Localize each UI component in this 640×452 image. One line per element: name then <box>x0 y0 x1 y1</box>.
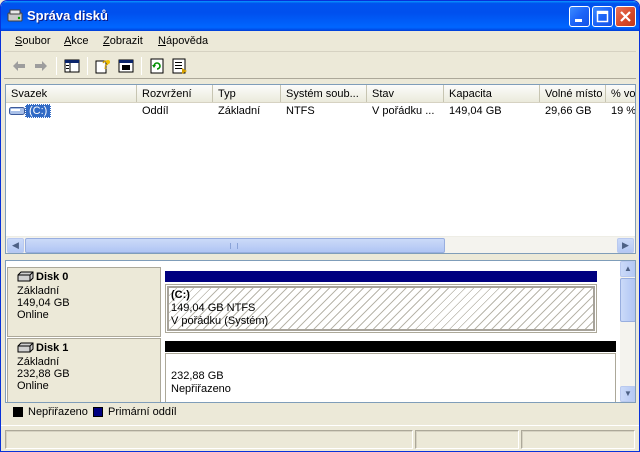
refresh-button[interactable] <box>147 56 167 76</box>
disk-management-window: Správa disků Soubor Akce Zobrazit Nápově… <box>0 0 640 452</box>
legend-unallocated-swatch <box>13 407 23 417</box>
disk-size: 232,88 GB <box>17 368 70 380</box>
chevron-right-icon: ▶ <box>622 240 629 250</box>
scroll-grip-icon <box>230 243 238 249</box>
close-button[interactable] <box>615 6 636 27</box>
maximize-button[interactable] <box>592 6 613 27</box>
toolbar-separator <box>56 57 57 75</box>
volume-list: Svazek Rozvržení Typ Systém soub... Stav… <box>5 84 636 254</box>
title-bar[interactable]: Správa disků <box>1 1 639 31</box>
disk-state: Online <box>17 380 49 392</box>
toolbar-separator <box>87 57 88 75</box>
toolbar: ? <box>4 53 636 79</box>
menu-bar: Soubor Akce Zobrazit Nápověda <box>4 32 636 52</box>
forward-button[interactable] <box>31 56 51 76</box>
column-header-svazek[interactable]: Svazek <box>6 85 137 102</box>
cell-percent-free: 19 % <box>611 105 635 117</box>
volume-list-header: Svazek Rozvržení Typ Systém soub... Stav… <box>6 85 635 103</box>
window-title: Správa disků <box>27 8 108 23</box>
cell-filesystem: NTFS <box>286 105 315 117</box>
partition-info: (C:) 149,04 GB NTFS V pořádku (Systém) <box>171 289 268 328</box>
legend-primary-swatch <box>93 407 103 417</box>
column-header-rozvrzeni[interactable]: Rozvržení <box>137 85 213 102</box>
hard-disk-icon <box>17 342 34 356</box>
chevron-up-icon: ▲ <box>624 264 632 273</box>
cell-free-space: 29,66 GB <box>545 105 592 117</box>
column-header-typ[interactable]: Typ <box>213 85 281 102</box>
disk-type: Základní <box>17 285 60 297</box>
status-pane-main <box>5 430 413 449</box>
toolbar-separator <box>141 57 142 75</box>
disk-name: Disk 0 <box>36 271 69 283</box>
unallocated-info: 232,88 GB Nepřiřazeno <box>171 370 231 396</box>
column-header-volne-misto[interactable]: Volné místo <box>540 85 606 102</box>
show-hide-tree-button[interactable] <box>62 56 82 76</box>
menu-akce[interactable]: Akce <box>64 35 88 47</box>
partition-size-fs: 149,04 GB NTFS <box>171 302 256 314</box>
hard-disk-icon <box>17 271 34 285</box>
cell-layout: Oddíl <box>142 105 169 117</box>
export-list-button[interactable] <box>170 56 190 76</box>
status-pane-3 <box>521 430 635 449</box>
scroll-down-button[interactable]: ▼ <box>620 386 635 402</box>
disk-1-partitions: 232,88 GB Nepřiřazeno <box>163 338 618 402</box>
back-button[interactable] <box>9 56 29 76</box>
chevron-down-icon: ▼ <box>624 389 632 398</box>
minimize-button[interactable] <box>569 6 590 27</box>
partition-c[interactable]: (C:) 149,04 GB NTFS V pořádku (Systém) <box>165 284 597 333</box>
table-row[interactable]: (C:) Oddíl Základní NTFS V pořádku ... 1… <box>6 103 635 120</box>
legend-primary-label: Primární oddíl <box>108 406 177 418</box>
primary-partition-bar <box>165 271 597 282</box>
volume-drive-icon <box>9 106 25 119</box>
unallocated-status: Nepřiřazeno <box>171 383 231 395</box>
menu-soubor[interactable]: Soubor <box>15 35 50 47</box>
disk-state: Online <box>17 309 49 321</box>
partition-status: V pořádku (Systém) <box>171 315 269 327</box>
menu-napoveda[interactable]: Nápověda <box>158 35 208 47</box>
disk-name: Disk 1 <box>36 342 69 354</box>
legend: Nepřiřazeno Primární oddíl <box>5 404 636 421</box>
horizontal-scroll-thumb[interactable] <box>25 238 445 253</box>
status-pane-2 <box>415 430 519 449</box>
partition-name: (C:) <box>171 289 190 301</box>
vertical-scrollbar[interactable]: ▲ ▼ <box>620 261 635 402</box>
help-button[interactable]: ? <box>93 56 113 76</box>
disk-1-label[interactable]: Disk 1 Základní 232,88 GB Online <box>7 338 161 402</box>
unallocated-size: 232,88 GB <box>171 370 224 382</box>
disk-0-label[interactable]: Disk 0 Základní 149,04 GB Online <box>7 267 161 337</box>
disk-type: Základní <box>17 356 60 368</box>
cell-status: V pořádku ... <box>372 105 435 117</box>
volume-name[interactable]: (C:) <box>25 104 52 118</box>
disk-size: 149,04 GB <box>17 297 70 309</box>
scroll-right-button[interactable]: ▶ <box>617 238 634 253</box>
column-header-procento-volne[interactable]: % vo <box>606 85 635 102</box>
scroll-left-button[interactable]: ◀ <box>7 238 24 253</box>
disk-graphical-view: Disk 0 Základní 149,04 GB Online (C:) 14… <box>5 260 636 403</box>
vertical-scroll-thumb[interactable] <box>620 278 635 322</box>
unallocated-bar <box>165 341 616 352</box>
cell-type: Základní <box>218 105 261 117</box>
disk-management-app-icon <box>7 8 23 24</box>
horizontal-scrollbar[interactable]: ◀ ▶ <box>6 236 635 253</box>
properties-button[interactable] <box>116 56 136 76</box>
cell-capacity: 149,04 GB <box>449 105 502 117</box>
unallocated-space[interactable]: 232,88 GB Nepřiřazeno <box>165 353 616 402</box>
column-header-kapacita[interactable]: Kapacita <box>444 85 540 102</box>
chevron-left-icon: ◀ <box>12 240 19 250</box>
status-bar <box>1 425 639 451</box>
disk-0-partitions: (C:) 149,04 GB NTFS V pořádku (Systém) <box>163 267 599 337</box>
menu-zobrazit[interactable]: Zobrazit <box>103 35 143 47</box>
column-header-stav[interactable]: Stav <box>367 85 444 102</box>
legend-unallocated-label: Nepřiřazeno <box>28 406 88 418</box>
scroll-up-button[interactable]: ▲ <box>620 261 635 277</box>
column-header-system-souboru[interactable]: Systém soub... <box>281 85 367 102</box>
